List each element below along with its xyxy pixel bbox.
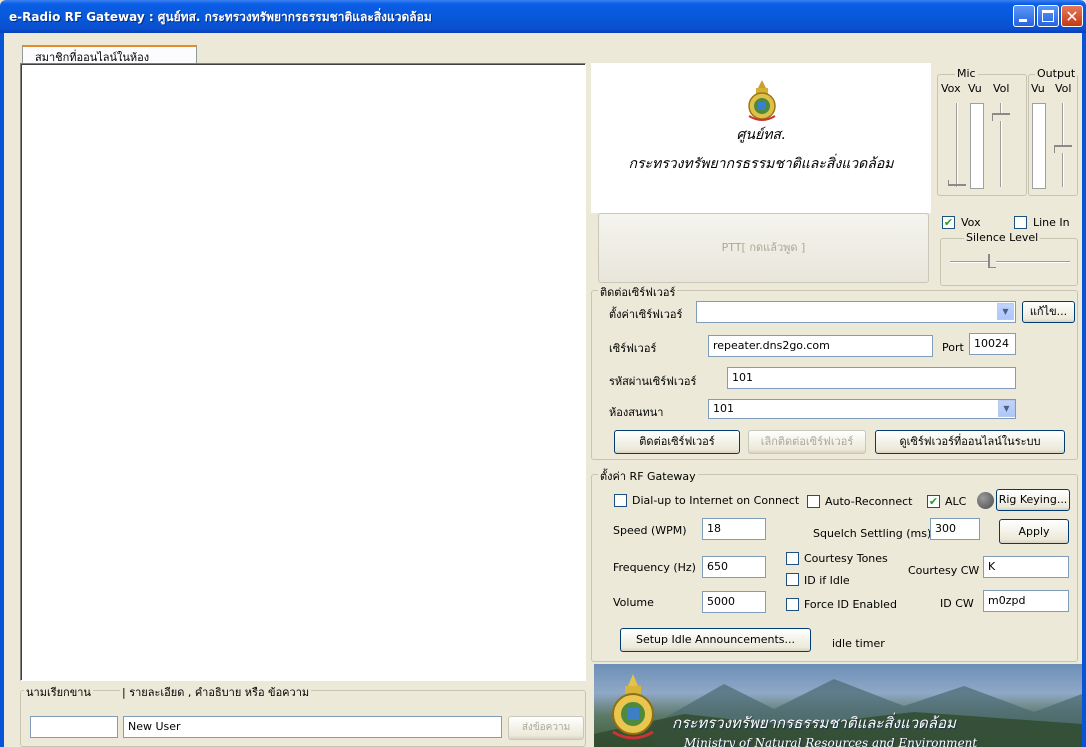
courtesy-tones-checkbox[interactable]	[786, 552, 799, 565]
server-password-label: รหัสผ่านเซิร์ฟเวอร์	[609, 375, 697, 388]
rig-keying-led-icon	[977, 492, 994, 509]
squelch-input[interactable]: 300	[930, 518, 980, 540]
message-input[interactable]: New User	[123, 716, 502, 738]
vox-threshold-slider[interactable]	[946, 103, 968, 189]
speed-input[interactable]: 18	[702, 518, 766, 540]
server-address-label: เซิร์ฟเวอร์	[609, 342, 657, 355]
force-id-label: Force ID Enabled	[804, 598, 897, 611]
dialup-checkbox-label: Dial-up to Internet on Connect	[632, 494, 800, 507]
edit-server-button[interactable]: แก้ไข...	[1022, 301, 1075, 323]
output-vu-column-label: Vu	[1031, 82, 1045, 95]
server-password-input[interactable]: 101	[727, 367, 1016, 389]
connect-server-button[interactable]: ติดต่อเซิร์ฟเวอร์	[614, 430, 740, 454]
chat-room-select[interactable]: 101	[708, 399, 1016, 419]
port-input[interactable]: 10024	[969, 333, 1016, 355]
frequency-label: Frequency (Hz)	[613, 561, 696, 574]
online-servers-button[interactable]: ดูเซิร์ฟเวอร์ที่ออนไลน์ในระบบ	[875, 430, 1065, 454]
nick-input[interactable]	[30, 716, 118, 738]
id-cw-input[interactable]: m0zpd	[983, 590, 1069, 612]
speed-label: Speed (WPM)	[613, 524, 687, 537]
message-label: | รายละเอียด , คำอธิบาย หรือ ข้อความ	[120, 683, 312, 701]
close-icon: ✕	[1065, 7, 1079, 26]
banner-thai-text: กระทรวงทรัพยากรธรรมชาติและสิ่งแวดล้อม	[672, 714, 956, 732]
mic-vox-column-label: Vox	[941, 82, 961, 95]
vox-checkbox-label: Vox	[961, 216, 981, 229]
org-name-line2: กระทรวงทรัพยากรธรรมชาติและสิ่งแวดล้อม	[628, 156, 894, 172]
mic-vol-column-label: Vol	[993, 82, 1010, 95]
chat-room-label: ห้องสนทนา	[609, 406, 664, 419]
nick-label: นามเรียกขาน	[24, 683, 93, 701]
tab-online-members[interactable]: สมาชิกที่ออนไลน์ในห้อง	[22, 45, 197, 64]
silence-level-slider[interactable]	[950, 252, 1070, 272]
ministry-emblem-icon	[743, 78, 781, 122]
alc-checkbox[interactable]: ✔	[927, 495, 940, 508]
output-volume-slider[interactable]	[1052, 103, 1074, 189]
volume-input[interactable]: 5000	[702, 591, 766, 613]
frequency-input[interactable]: 650	[702, 556, 766, 578]
close-button[interactable]: ✕	[1061, 5, 1083, 27]
output-vu-meter	[1032, 103, 1046, 189]
autoreconnect-checkbox[interactable]	[807, 495, 820, 508]
id-cw-label: ID CW	[940, 597, 974, 610]
id-if-idle-label: ID if Idle	[804, 574, 850, 587]
online-members-list[interactable]	[20, 63, 586, 681]
rig-keying-button[interactable]: Rig Keying...	[996, 489, 1070, 511]
id-if-idle-checkbox[interactable]	[786, 573, 799, 586]
idle-timer-label: idle timer	[832, 637, 885, 650]
minimize-button[interactable]	[1013, 5, 1035, 27]
server-preset-label: ตั้งค่าเซิร์ฟเวอร์	[609, 308, 683, 321]
vox-checkbox[interactable]: ✔	[942, 216, 955, 229]
output-vol-column-label: Vol	[1055, 82, 1072, 95]
alc-checkbox-label: ALC	[945, 495, 967, 508]
disconnect-server-button[interactable]: เลิกติดต่อเซิร์ฟเวอร์	[748, 430, 866, 454]
output-label: Output	[1035, 67, 1078, 80]
apply-button[interactable]: Apply	[999, 519, 1069, 544]
banner-emblem-icon	[608, 672, 658, 744]
minimize-icon	[1019, 19, 1027, 22]
courtesy-cw-label: Courtesy CW	[908, 564, 980, 577]
maximize-icon	[1042, 10, 1054, 22]
mic-vu-column-label: Vu	[968, 82, 982, 95]
mic-label: Mic	[955, 67, 978, 80]
ptt-button[interactable]: PTT[ กดแล้วพูด ]	[598, 213, 929, 283]
maximize-button[interactable]	[1037, 5, 1059, 27]
mic-vu-meter	[970, 103, 984, 189]
rf-group-label: ตั้งค่า RF Gateway	[598, 467, 698, 485]
dialup-checkbox[interactable]	[614, 494, 627, 507]
silence-level-label: Silence Level	[964, 231, 1041, 244]
mic-volume-slider[interactable]	[990, 103, 1012, 189]
line-in-checkbox-label: Line In	[1033, 216, 1070, 229]
port-label: Port	[942, 341, 964, 354]
server-preset-select[interactable]	[696, 301, 1016, 323]
setup-idle-announcements-button[interactable]: Setup Idle Announcements...	[620, 628, 811, 652]
server-group-label: ติดต่อเซิร์ฟเวอร์	[598, 283, 678, 301]
line-in-checkbox[interactable]	[1014, 216, 1027, 229]
server-address-input[interactable]: repeater.dns2go.com	[708, 335, 933, 357]
courtesy-cw-input[interactable]: K	[983, 556, 1069, 578]
window-border-right	[1082, 33, 1086, 747]
banner-english-text: Ministry of Natural Resources and Enviro…	[684, 736, 978, 747]
ministry-banner: กระทรวงทรัพยากรธรรมชาติและสิ่งแวดล้อม Mi…	[594, 664, 1082, 747]
window-title: e-Radio RF Gateway : ศูนย์ทส. กระทรวงทรั…	[9, 10, 432, 24]
squelch-label: Squelch Settling (ms)	[813, 527, 932, 540]
autoreconnect-checkbox-label: Auto-Reconnect	[825, 495, 913, 508]
window-border-left	[0, 33, 4, 747]
chat-room-chevron-down-icon[interactable]: ▼	[998, 400, 1015, 417]
volume-label: Volume	[613, 596, 654, 609]
org-name-line1: ศูนย์ทส.	[736, 127, 786, 143]
send-message-button[interactable]: ส่งข้อความ	[508, 716, 584, 740]
server-preset-chevron-down-icon[interactable]: ▼	[997, 303, 1014, 320]
courtesy-tones-label: Courtesy Tones	[804, 552, 888, 565]
force-id-checkbox[interactable]	[786, 598, 799, 611]
